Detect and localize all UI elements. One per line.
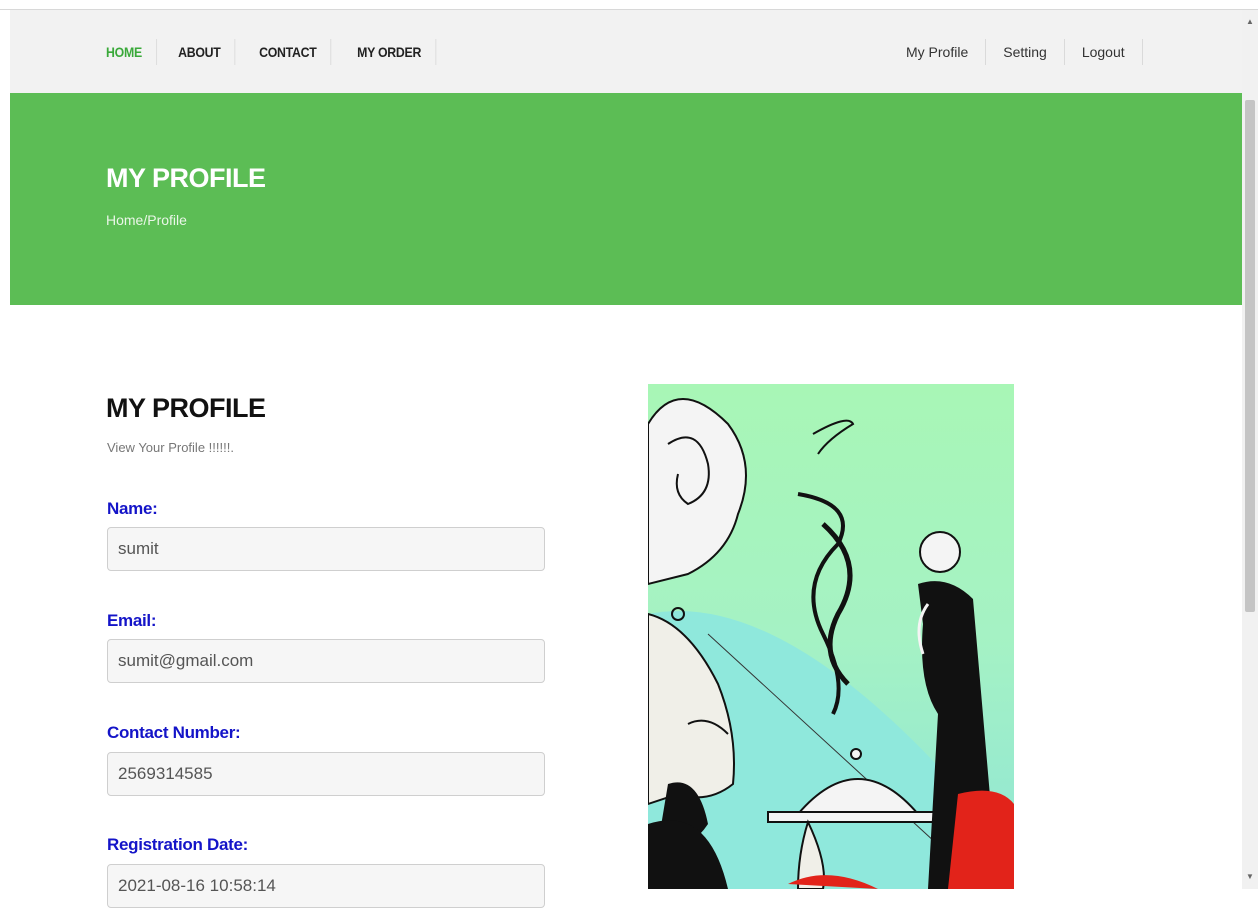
main-nav: HOME ABOUT CONTACT MY ORDER bbox=[106, 10, 449, 93]
account-nav: My Profile Setting Logout bbox=[892, 10, 1143, 93]
nav-my-profile-link[interactable]: My Profile bbox=[892, 38, 987, 65]
email-label: Email: bbox=[107, 611, 157, 630]
window-top-edge bbox=[0, 0, 1258, 10]
nav-my-order-link[interactable]: MY ORDER bbox=[343, 38, 437, 65]
name-field[interactable] bbox=[107, 527, 545, 571]
profile-heading: MY PROFILE bbox=[106, 393, 266, 423]
contact-number-label: Contact Number: bbox=[107, 723, 241, 742]
page-scrollbar[interactable]: ▲ ▼ bbox=[1242, 10, 1258, 889]
nav-setting-link[interactable]: Setting bbox=[986, 38, 1065, 65]
name-label: Name: bbox=[107, 499, 158, 518]
contact-number-field[interactable] bbox=[107, 752, 545, 796]
registration-date-label: Registration Date: bbox=[107, 835, 249, 854]
profile-subtitle: View Your Profile !!!!!!. bbox=[107, 440, 234, 455]
chef-illustration-graphic bbox=[648, 384, 1014, 889]
nav-about-link[interactable]: ABOUT bbox=[164, 38, 236, 65]
arrow-up-icon[interactable]: ▲ bbox=[1242, 14, 1258, 30]
chef-illustration bbox=[648, 384, 1014, 889]
breadcrumb: Home/Profile bbox=[106, 212, 187, 228]
arrow-down-icon[interactable]: ▼ bbox=[1242, 869, 1258, 885]
page-title: MY PROFILE bbox=[106, 163, 266, 193]
nav-logout-link[interactable]: Logout bbox=[1065, 38, 1143, 65]
page-banner: MY PROFILE Home/Profile bbox=[10, 93, 1242, 305]
nav-home-link[interactable]: HOME bbox=[106, 38, 157, 65]
scrollbar-thumb[interactable] bbox=[1245, 100, 1255, 612]
email-field[interactable] bbox=[107, 639, 545, 683]
registration-date-field[interactable] bbox=[107, 864, 545, 908]
top-navbar: HOME ABOUT CONTACT MY ORDER My Profile S… bbox=[10, 10, 1242, 93]
nav-contact-link[interactable]: CONTACT bbox=[245, 38, 332, 65]
